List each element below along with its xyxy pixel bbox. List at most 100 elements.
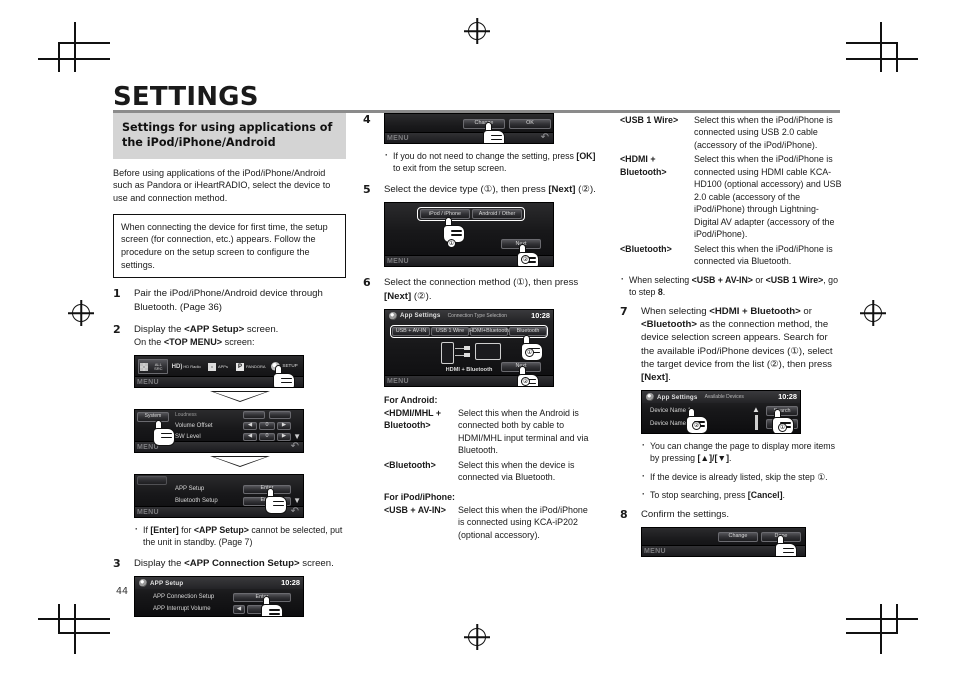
change-ok-menu-label[interactable]: MENU [387,135,409,142]
volume-offset-plus-button[interactable]: ▶ [277,421,291,430]
ok-button[interactable]: OK [509,119,551,129]
definition-row: <Bluetooth> Select this when the device … [384,459,596,484]
top-menu-menu-label[interactable]: MENU [137,379,159,386]
gear-icon [389,311,397,320]
step-6-text-a: Select the connection method (①), then p… [384,277,579,289]
definition-row: <USB 1 Wire> Select this when the iPod/i… [620,114,842,151]
monitor-icon [475,342,501,360]
callout-number-1: ① [447,239,456,249]
top-menu-label-apps: APPs [217,363,228,369]
step-2-sub-b: screen: [222,337,255,348]
step-5-text-a: Select the device type (①), then press [384,184,549,196]
step-3-ref-app-connection-setup: <APP Connection Setup> [184,557,300,569]
setup-list-menu-label[interactable]: MENU [137,509,159,516]
app-setup-title-bar: APP Setup 10:28 [135,577,303,590]
definition-description: Select this when the iPod/iPhone is conn… [458,504,588,540]
system-row-loudness-value-a[interactable] [243,410,265,419]
step-8: 8 Confirm the settings. Change Done MENU [620,508,842,558]
s2-bullet-p2: for [178,524,194,535]
step-6-text-b: (②). [411,290,432,302]
system-row-loudness[interactable]: Loudness [175,412,197,418]
step-2-text-b: screen. [244,323,279,335]
top-menu-item-all-src[interactable]: ALL SRC [138,359,169,375]
system-tab-label: System [144,413,162,420]
connector-icon [464,352,470,357]
s7-b3-cancel: [Cancel] [747,489,783,500]
definition-description: Select this when the device is connected… [458,459,575,483]
gear-icon [139,579,147,588]
system-row-sw-level[interactable]: SW Level [175,434,201,440]
step-1-text: Pair the iPod/iPhone/Android device thro… [134,287,346,313]
back-icon[interactable]: ↶ [291,441,299,452]
screenshot-app-setup: APP Setup 10:28 APP Connection Setup Ent… [134,576,304,618]
volume-offset-value: 0 [259,421,275,430]
back-icon[interactable]: ↶ [541,132,549,143]
step-8-text: Confirm the settings. [641,508,729,520]
s7-bluetooth: <Bluetooth> [641,319,697,331]
setup-row-bluetooth-setup[interactable]: Bluetooth Setup [175,498,218,504]
change-ok-footer [385,132,553,143]
definition-row: <HDMI + Bluetooth> Select this when the … [620,153,842,240]
connection-type-menu-label[interactable]: MENU [387,378,409,385]
setup-row-app-setup-label: APP Setup [175,485,205,492]
system-row-sw-level-label: SW Level [175,433,201,440]
phone-icon [441,341,454,364]
step-2-sub-a: On the [134,337,164,348]
hand-pointer-icon [481,122,507,143]
confirm-menu-label[interactable]: MENU [644,548,666,555]
step-7-text: When selecting <HDMI + Bluetooth> or <Bl… [641,305,842,384]
step-4-bullet: If you do not need to change the setting… [384,149,596,174]
system-row-volume-offset[interactable]: Volume Offset [175,423,213,429]
system-row-loudness-value-b[interactable] [269,410,291,419]
flow-arrow-1 [134,390,346,403]
step-2-ref-top-menu: <TOP MENU> [163,337,223,348]
hand-pointer-icon [259,596,285,617]
step-5-text: Select the device type (①), then press [… [384,183,596,196]
definition-row: <HDMI/MHL + Bluetooth> Select this when … [384,407,596,457]
s7-p4: . [668,372,671,384]
s6b-usb-avin: <USB + AV-IN> [691,274,753,285]
s6b-usb-1-wire: <USB 1 Wire> [765,274,824,285]
setup-list-tab[interactable] [137,475,167,485]
sw-level-minus-button[interactable]: ◀ [243,432,257,441]
s7-b1-p2: . [729,453,732,464]
s4-bullet-p1: If you do not need to change the setting… [393,151,577,161]
definition-row: <USB + AV-IN> Select this when the iPod/… [384,504,596,541]
gear-icon [646,393,654,402]
confirm-change-button[interactable]: Change [718,532,758,543]
screenshot-available-devices: App Settings Available Devices 10:28 Dev… [641,390,801,435]
top-menu-item-pandora[interactable]: P PANDORA [235,359,267,374]
screenshot-device-type: iPod / iPhone Android / Other Next MENU … [384,202,554,268]
step-1-number: 1 [113,287,121,301]
step-6-ref-next: [Next] [384,290,412,302]
app-interrupt-minus-button[interactable]: ◀ [233,605,245,615]
note-box: When connecting the device for first tim… [113,213,346,279]
step-7-number: 7 [620,304,628,318]
s7-b2-p1: If the device is already listed, skip th… [650,471,828,482]
sw-level-value: 0 [259,432,275,441]
screenshot-change-ok: Change OK MENU ↶ [384,113,554,144]
scroll-down-icon[interactable]: ▼ [293,496,301,505]
connection-type-title: App Settings [400,312,441,320]
definition-list-ipod-col2: <USB + AV-IN> Select this when the iPod/… [384,504,596,541]
sw-level-plus-button[interactable]: ▶ [277,432,291,441]
s6b-p4: . [662,286,666,297]
top-menu-item-hd-radio[interactable]: HD) HD Radio [171,359,201,374]
ok-button-label: OK [526,120,534,127]
volume-offset-minus-button[interactable]: ◀ [243,421,257,430]
step-5-ref-next: [Next] [548,184,576,196]
step-5-number: 5 [363,183,371,197]
app-setup-row-interrupt[interactable]: APP Interrupt Volume [153,606,211,612]
step-5-text-b: (②). [575,184,596,196]
app-setup-row-interrupt-label: APP Interrupt Volume [153,606,211,613]
scrollbar[interactable] [755,415,758,431]
device-type-menu-label[interactable]: MENU [387,258,409,265]
top-menu-item-apps[interactable]: APPs [204,359,232,374]
definition-description: Select this when the iPod/iPhone is conn… [694,115,833,150]
back-icon[interactable]: ↶ [291,506,299,517]
app-setup-row-connection[interactable]: APP Connection Setup [153,594,214,600]
column-two: 4 Change OK MENU ↶ If you do not need to… [363,113,596,541]
scroll-down-icon[interactable]: ▼ [293,432,301,441]
setup-row-app-setup[interactable]: APP Setup [175,486,204,492]
scroll-up-icon[interactable]: ▲ [752,405,760,414]
